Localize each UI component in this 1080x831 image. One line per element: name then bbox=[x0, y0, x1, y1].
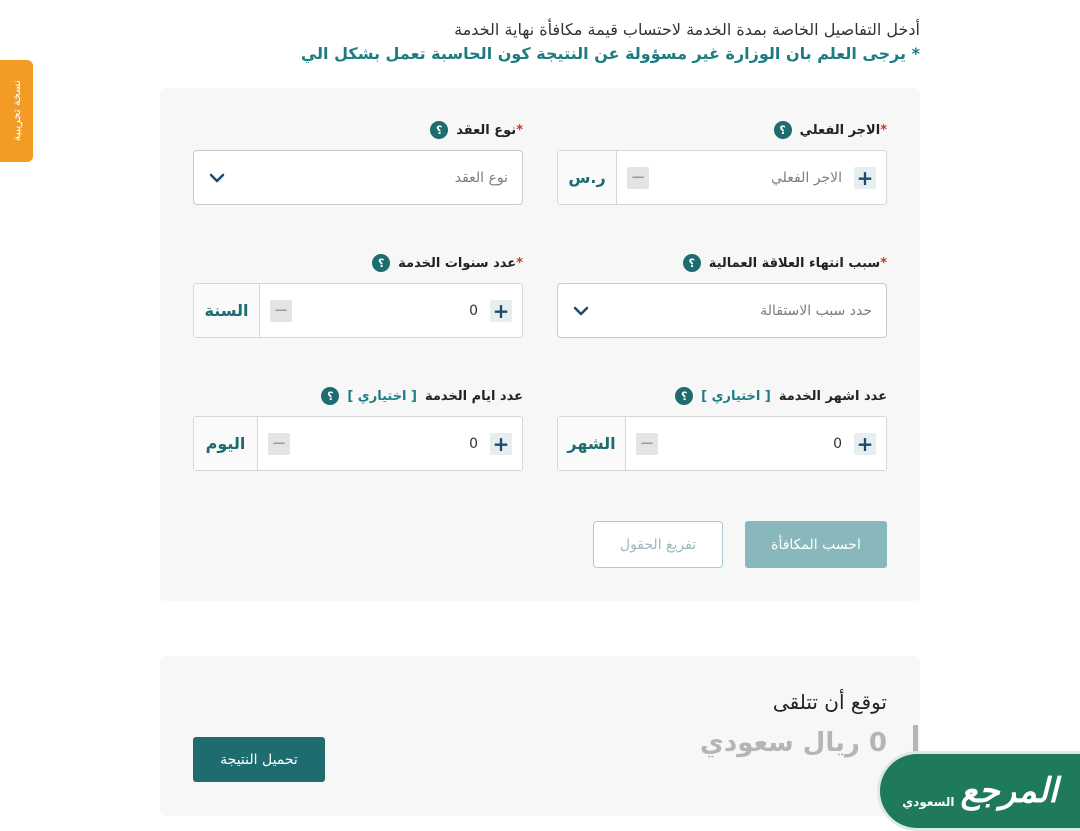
increment-button[interactable]: + bbox=[490, 432, 512, 455]
actual-wage-field: + الاجر الفعلي − ر.س bbox=[557, 150, 887, 205]
beta-side-tab[interactable]: نسخة تجريبية bbox=[0, 60, 33, 162]
chevron-down-icon bbox=[208, 169, 226, 187]
decrement-button[interactable]: − bbox=[270, 299, 292, 322]
site-logo[interactable]: المرجع السعودي bbox=[877, 751, 1080, 831]
service-months-input[interactable]: 0 bbox=[833, 436, 842, 452]
service-months-field: + 0 − الشهر bbox=[557, 416, 887, 471]
result-value: 0 ريال سعودي bbox=[700, 728, 887, 758]
decrement-button[interactable]: − bbox=[636, 432, 658, 455]
calculate-button[interactable]: احسب المكافأة bbox=[745, 521, 887, 568]
help-icon[interactable]: ؟ bbox=[321, 387, 340, 405]
service-days-input[interactable]: 0 bbox=[469, 436, 478, 452]
help-icon[interactable]: ؟ bbox=[372, 254, 391, 272]
service-years-label: *عدد سنوات الخدمة ؟ bbox=[372, 253, 523, 273]
days-unit: اليوم bbox=[194, 417, 258, 470]
download-result-button[interactable]: تحميل النتيجة bbox=[193, 737, 325, 782]
help-icon[interactable]: ؟ bbox=[773, 121, 792, 139]
contract-type-placeholder: نوع العقد bbox=[454, 169, 508, 186]
increment-button[interactable]: + bbox=[854, 166, 876, 189]
help-icon[interactable]: ؟ bbox=[682, 254, 701, 272]
increment-button[interactable]: + bbox=[854, 432, 876, 455]
termination-reason-label: *سبب انتهاء العلاقة العمالية ؟ bbox=[682, 253, 887, 273]
termination-reason-placeholder: حدد سبب الاستقالة bbox=[760, 302, 872, 319]
result-title: توقع أن تتلقى bbox=[772, 690, 887, 714]
clear-fields-button[interactable]: تفريغ الحقول bbox=[593, 521, 723, 568]
intro-text: أدخل التفاصيل الخاصة بمدة الخدمة لاحتساب… bbox=[300, 18, 920, 66]
actual-wage-input[interactable]: الاجر الفعلي bbox=[771, 170, 842, 186]
service-days-field: + 0 − اليوم bbox=[193, 416, 523, 471]
contract-type-select[interactable]: نوع العقد bbox=[193, 150, 523, 205]
years-unit: السنة bbox=[194, 284, 260, 337]
increment-button[interactable]: + bbox=[490, 299, 512, 322]
intro-instructions: أدخل التفاصيل الخاصة بمدة الخدمة لاحتساب… bbox=[454, 20, 920, 39]
logo-wordmark: المرجع bbox=[960, 771, 1058, 811]
chevron-down-icon bbox=[572, 302, 590, 320]
help-icon[interactable]: ؟ bbox=[430, 121, 449, 139]
months-unit: الشهر bbox=[558, 417, 626, 470]
service-years-field: + 0 − السنة bbox=[193, 283, 523, 338]
beta-side-tab-label: نسخة تجريبية bbox=[10, 80, 23, 142]
decrement-button[interactable]: − bbox=[268, 432, 290, 455]
currency-unit: ر.س bbox=[558, 151, 617, 204]
decrement-button[interactable]: − bbox=[627, 166, 649, 189]
termination-reason-select[interactable]: حدد سبب الاستقالة bbox=[557, 283, 887, 338]
help-icon[interactable]: ؟ bbox=[675, 387, 694, 405]
service-months-label: عدد اشهر الخدمة [ اختياري ] ؟ bbox=[675, 386, 887, 406]
service-years-input[interactable]: 0 bbox=[469, 303, 478, 319]
intro-disclaimer: * يرجى العلم بان الوزارة غير مسؤولة عن ا… bbox=[300, 44, 920, 63]
service-days-label: عدد ايام الخدمة [ اختياري ] ؟ bbox=[321, 386, 523, 406]
contract-type-label: *نوع العقد ؟ bbox=[430, 120, 523, 140]
logo-subtitle: السعودي bbox=[902, 795, 955, 809]
actual-wage-label: *الاجر الفعلي ؟ bbox=[773, 120, 887, 140]
